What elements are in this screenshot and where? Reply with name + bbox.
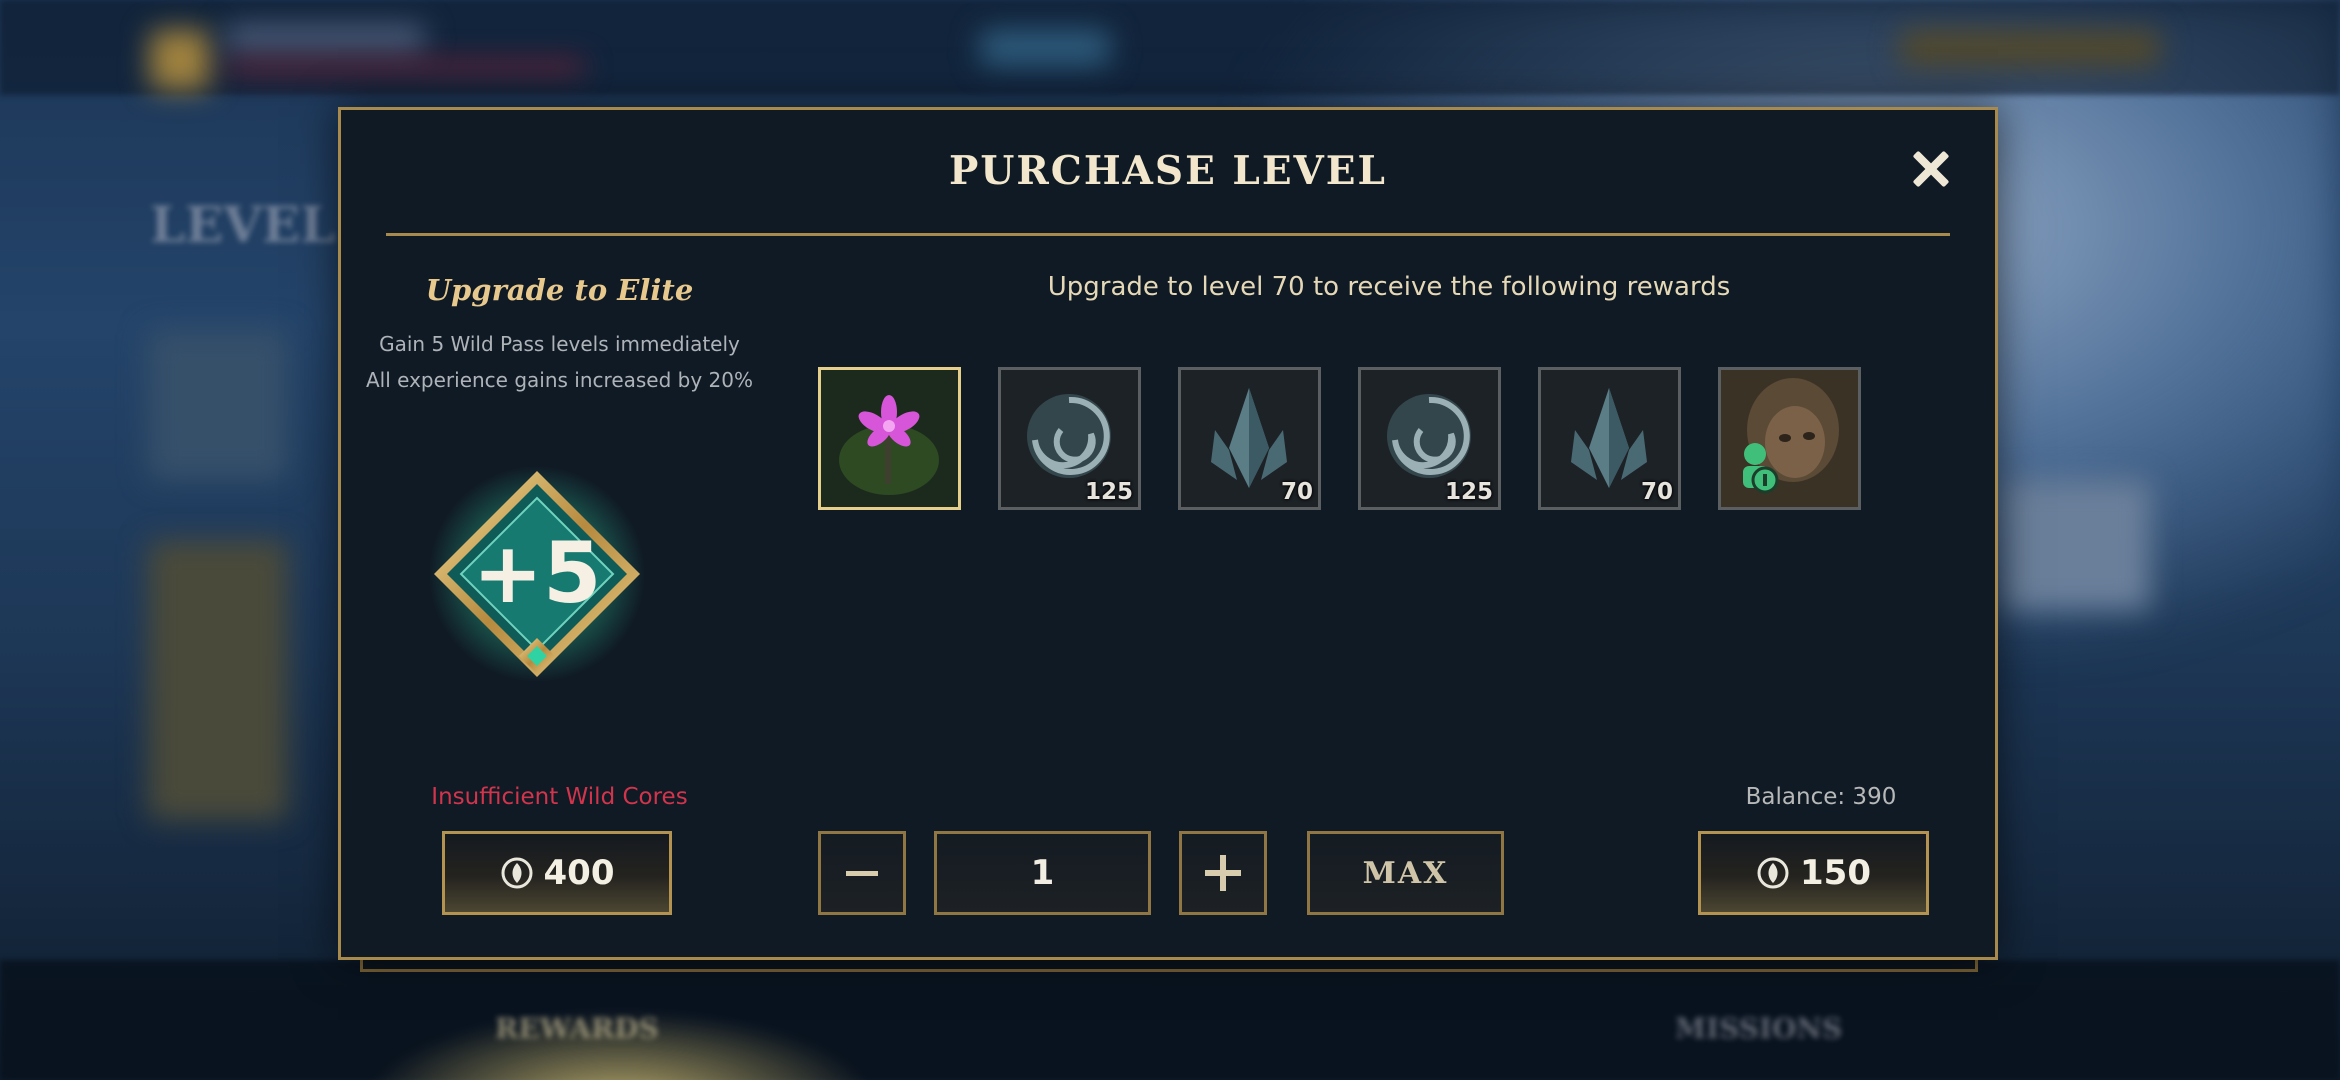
background-tab-rewards: REWARDS: [495, 1012, 659, 1045]
max-button[interactable]: MAX: [1307, 831, 1504, 915]
reward-champion-icon[interactable]: [1718, 367, 1861, 510]
max-label: MAX: [1362, 855, 1449, 891]
flower-emote-icon: [821, 370, 958, 507]
title-divider: [386, 233, 1950, 236]
increase-quantity-button[interactable]: [1179, 831, 1267, 915]
minus-icon: [846, 871, 878, 876]
reward-count: 70: [1640, 479, 1673, 505]
reward-flower[interactable]: [818, 367, 961, 510]
header-title-blur: [225, 25, 425, 51]
elite-benefit-2: All experience gains increased by 20%: [365, 368, 753, 392]
reward-count: 125: [1444, 479, 1493, 505]
reward-swirl-token[interactable]: 125: [1358, 367, 1501, 510]
bottom-bar: [0, 960, 2340, 1080]
plus-five-levels-badge: +5: [429, 466, 645, 682]
background-card: [148, 540, 288, 820]
balance-label: Balance: 390: [1745, 784, 1897, 810]
reward-count: 125: [1084, 479, 1133, 505]
header-progress-blur: [225, 62, 585, 72]
rewards-heading: Upgrade to level 70 to receive the follo…: [1047, 272, 1731, 302]
dialog-title: PURCHASE LEVEL: [949, 148, 1387, 194]
reward-count: 70: [1280, 479, 1313, 505]
quantity-value: 1: [1030, 853, 1055, 893]
champion-portrait-icon: [1721, 370, 1858, 507]
background-tab-missions: MISSIONS: [1675, 1012, 1843, 1045]
background-card: [2000, 480, 2150, 610]
dialog-footer-edge: [360, 958, 1978, 972]
insufficient-cores-warning: Insufficient Wild Cores: [431, 784, 688, 810]
back-icon: [150, 30, 210, 90]
plus-icon: [1205, 855, 1241, 891]
close-icon[interactable]: [1907, 145, 1955, 193]
upgrade-elite-button[interactable]: 400: [442, 831, 672, 915]
purchase-level-dialog: PURCHASE LEVEL Upgrade to Elite Gain 5 W…: [338, 107, 1998, 960]
background-screen-title: LEVEL: [150, 195, 336, 254]
elite-price: 400: [543, 853, 615, 893]
reward-crystal[interactable]: 70: [1178, 367, 1321, 510]
purchase-level-button[interactable]: 150: [1698, 831, 1929, 915]
badge-label: +5: [473, 524, 602, 622]
decrease-quantity-button[interactable]: [818, 831, 906, 915]
currency-blur: [980, 30, 1110, 66]
wild-core-icon: [501, 857, 532, 889]
quantity-input[interactable]: 1: [934, 831, 1151, 915]
elite-benefit-1: Gain 5 Wild Pass levels immediately: [379, 332, 740, 356]
reward-crystal[interactable]: 70: [1538, 367, 1681, 510]
elite-heading: Upgrade to Elite: [425, 273, 694, 307]
reward-swirl-token[interactable]: 125: [998, 367, 1141, 510]
top-icons-blur: [1900, 30, 2160, 66]
purchase-price: 150: [1800, 853, 1871, 893]
wild-core-icon: [1757, 857, 1789, 889]
background-card: [148, 330, 288, 480]
